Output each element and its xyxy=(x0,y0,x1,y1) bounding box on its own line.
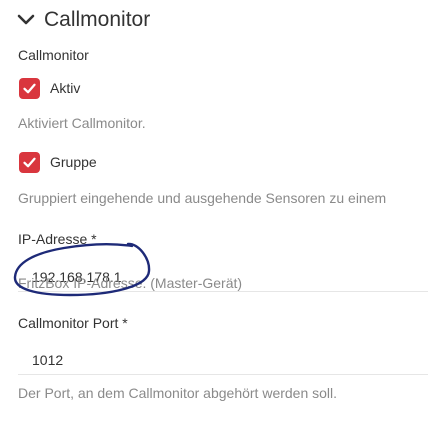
port-label: Callmonitor Port * xyxy=(18,315,128,331)
gruppe-checkbox[interactable] xyxy=(19,151,40,173)
checkmark-icon xyxy=(23,83,36,93)
section-title: Callmonitor xyxy=(44,8,151,31)
port-input[interactable]: 1012 xyxy=(18,345,428,375)
aktiv-label: Aktiv xyxy=(50,80,81,96)
ip-address-label: IP-Adresse * xyxy=(18,231,97,247)
gruppe-label: Gruppe xyxy=(50,154,97,170)
aktiv-checkbox[interactable] xyxy=(19,77,40,99)
chevron-down-icon xyxy=(17,14,35,25)
checkmark-icon xyxy=(23,157,36,167)
gruppe-checkbox-row[interactable]: Gruppe xyxy=(19,151,97,173)
port-help-text: Der Port, an dem Callmonitor abgehört we… xyxy=(18,385,338,401)
port-value: 1012 xyxy=(32,351,64,368)
section-header[interactable]: Callmonitor xyxy=(16,5,150,35)
gruppe-help-text: Gruppiert eingehende und ausgehende Sens… xyxy=(18,190,387,206)
aktiv-checkbox-row[interactable]: Aktiv xyxy=(19,77,80,99)
aktiv-help-text: Aktiviert Callmonitor. xyxy=(18,115,146,131)
ip-address-help-text: FritzBox IP-Adresse. (Master-Gerät) xyxy=(18,275,243,291)
group-label: Callmonitor xyxy=(18,47,89,63)
